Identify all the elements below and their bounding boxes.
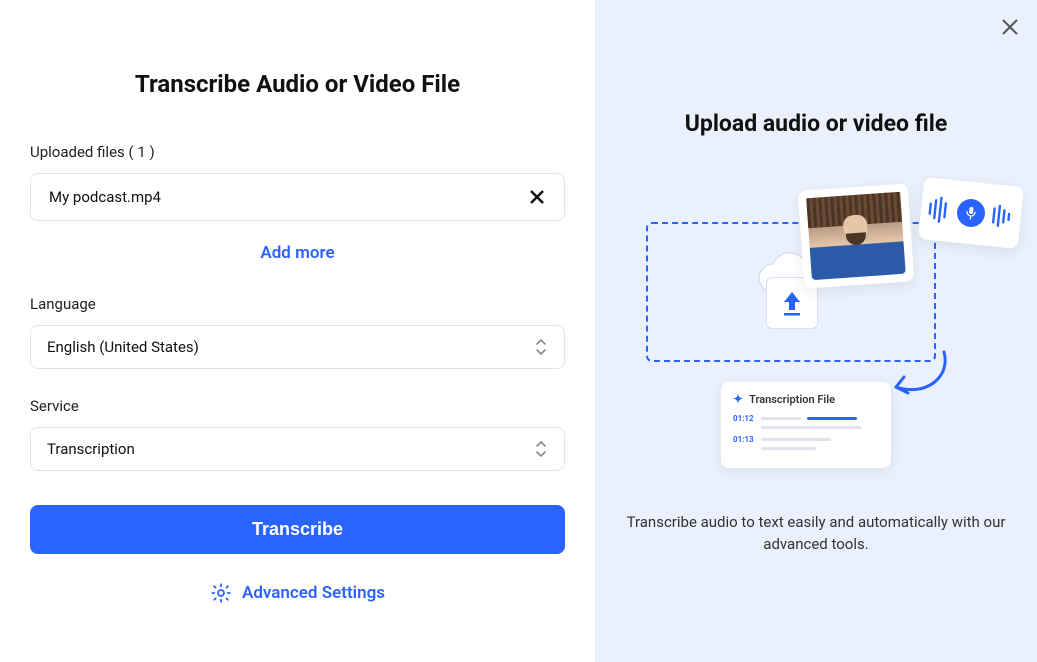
remove-file-icon[interactable] xyxy=(528,188,546,206)
microphone-icon xyxy=(956,198,987,229)
sparkle-icon: ✦ xyxy=(733,392,743,406)
right-panel: Upload audio or video file xyxy=(595,0,1037,662)
uploaded-file-name: My podcast.mp4 xyxy=(49,188,161,206)
gear-icon xyxy=(210,582,232,604)
timestamp-2: 01:13 xyxy=(733,435,755,444)
add-more-button[interactable]: Add more xyxy=(30,243,565,263)
advanced-settings-button[interactable]: Advanced Settings xyxy=(30,582,565,604)
chevron-up-down-icon xyxy=(534,338,548,356)
service-value: Transcription xyxy=(47,440,135,458)
upload-illustration: ✦ Transcription File 01:12 01:13 xyxy=(626,192,1006,482)
right-panel-subtitle: Transcribe audio to text easily and auto… xyxy=(626,512,1006,556)
service-select[interactable]: Transcription xyxy=(30,427,565,471)
timestamp-1: 01:12 xyxy=(733,414,755,423)
language-value: English (United States) xyxy=(47,338,199,356)
page-title: Transcribe Audio or Video File xyxy=(30,70,565,98)
uploaded-files-label: Uploaded files ( 1 ) xyxy=(30,143,565,161)
close-panel-icon[interactable] xyxy=(1001,18,1019,36)
language-select[interactable]: English (United States) xyxy=(30,325,565,369)
chevron-up-down-icon xyxy=(534,440,548,458)
upload-icon xyxy=(780,288,804,318)
transcribe-button[interactable]: Transcribe xyxy=(30,505,565,554)
video-thumbnail-card xyxy=(798,183,915,288)
audio-waveform-card xyxy=(918,177,1024,249)
advanced-settings-label: Advanced Settings xyxy=(242,583,385,603)
transcription-file-card: ✦ Transcription File 01:12 01:13 xyxy=(721,382,891,468)
arrow-swoosh-icon xyxy=(886,347,956,412)
language-label: Language xyxy=(30,295,565,313)
uploaded-file-row: My podcast.mp4 xyxy=(30,173,565,221)
right-panel-title: Upload audio or video file xyxy=(685,110,948,137)
service-label: Service xyxy=(30,397,565,415)
transcription-card-title: Transcription File xyxy=(749,393,835,406)
left-panel: Transcribe Audio or Video File Uploaded … xyxy=(0,0,595,662)
